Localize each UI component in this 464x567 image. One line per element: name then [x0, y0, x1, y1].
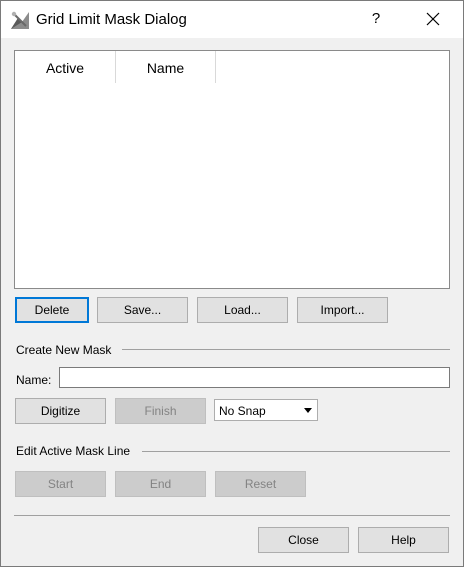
footer-divider	[14, 515, 450, 516]
edit-active-mask-line-label: Edit Active Mask Line	[16, 444, 131, 458]
help-icon[interactable]: ?	[356, 2, 396, 36]
finish-button[interactable]: Finish	[115, 398, 206, 424]
end-button[interactable]: End	[115, 471, 206, 497]
mask-list[interactable]: Active Name	[14, 50, 450, 289]
window-title: Grid Limit Mask Dialog	[36, 11, 187, 28]
title-bar[interactable]: Grid Limit Mask Dialog ?	[1, 1, 463, 38]
app-icon	[10, 10, 30, 30]
name-label: Name:	[16, 373, 52, 387]
delete-button[interactable]: Delete	[15, 297, 89, 323]
create-new-mask-label: Create New Mask	[16, 343, 112, 357]
group-divider	[142, 451, 450, 452]
close-button[interactable]: Close	[258, 527, 349, 553]
mask-name-input[interactable]	[59, 367, 450, 388]
import-button[interactable]: Import...	[297, 297, 388, 323]
chevron-down-icon	[304, 408, 312, 413]
load-button[interactable]: Load...	[197, 297, 288, 323]
digitize-button[interactable]: Digitize	[15, 398, 106, 424]
snap-select[interactable]: No Snap	[214, 399, 318, 421]
close-icon[interactable]	[413, 2, 453, 36]
grid-limit-mask-dialog: Grid Limit Mask Dialog ? Active Name Del…	[0, 0, 464, 567]
group-divider	[122, 349, 450, 350]
column-header-active[interactable]: Active	[15, 51, 116, 83]
column-header-name[interactable]: Name	[116, 51, 216, 83]
start-button[interactable]: Start	[15, 471, 106, 497]
snap-select-value: No Snap	[219, 404, 266, 418]
help-button[interactable]: Help	[358, 527, 449, 553]
reset-button[interactable]: Reset	[215, 471, 306, 497]
save-button[interactable]: Save...	[97, 297, 188, 323]
